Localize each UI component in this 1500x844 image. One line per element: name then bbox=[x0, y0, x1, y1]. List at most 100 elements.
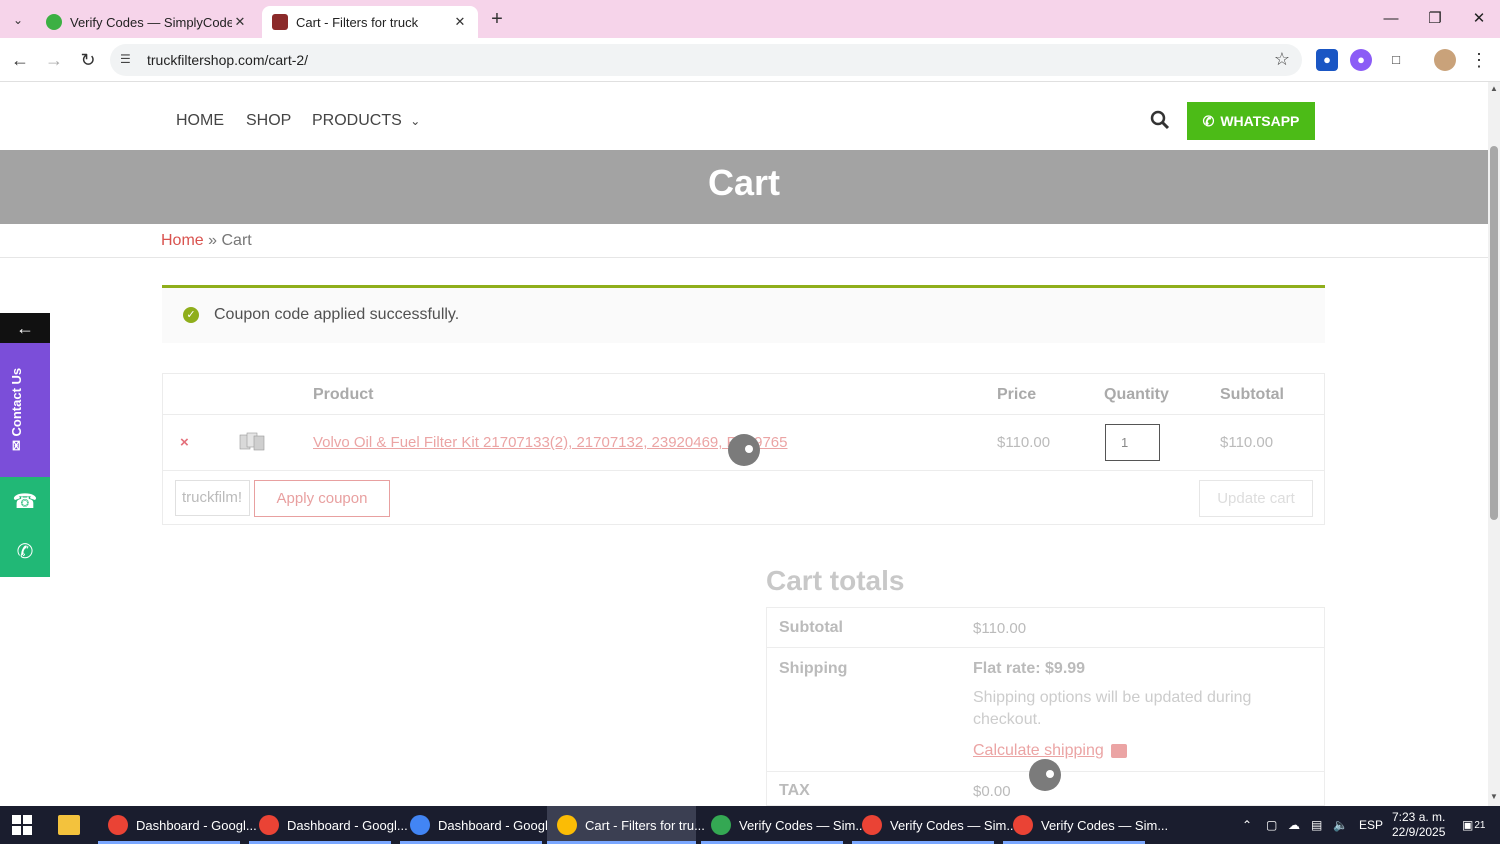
breadcrumb-current: Cart bbox=[221, 232, 252, 249]
collapse-sidebar-arrow-icon[interactable]: ← bbox=[0, 313, 50, 343]
url-text: truckfiltershop.com/cart-2/ bbox=[147, 52, 309, 68]
new-tab-icon[interactable]: + bbox=[486, 8, 508, 30]
coupon-code-input[interactable]: truckfilm! bbox=[175, 480, 250, 516]
chrome-icon bbox=[862, 815, 882, 835]
taskbar-item[interactable]: Verify Codes — Sim... bbox=[852, 806, 1017, 844]
tab-title: Cart - Filters for truck bbox=[296, 14, 419, 30]
header-subtotal: Subtotal bbox=[1220, 386, 1284, 403]
item-subtotal: $110.00 bbox=[1220, 434, 1274, 451]
extension-icon[interactable]: ● bbox=[1350, 49, 1372, 71]
cart-totals-title: Cart totals bbox=[766, 565, 905, 596]
site-info-icon[interactable]: ☰ bbox=[120, 52, 136, 68]
notification-center-icon[interactable]: ▣ 21 bbox=[1462, 806, 1485, 844]
subtotal-label: Subtotal bbox=[779, 619, 843, 636]
whatsapp-button-label: WHATSAPP bbox=[1220, 113, 1300, 129]
file-explorer-icon[interactable] bbox=[58, 815, 80, 835]
clock-date: 22/9/2025 bbox=[1392, 825, 1446, 839]
chrome-icon bbox=[557, 815, 577, 835]
tab-search-menu-icon[interactable]: ⌄ bbox=[6, 8, 30, 32]
taskbar-item[interactable]: Cart - Filters for tru... bbox=[547, 806, 705, 844]
taskbar-item-label: Dashboard - Googl... bbox=[287, 817, 408, 833]
loading-spinner-icon bbox=[728, 434, 760, 466]
contact-us-tab[interactable]: ✉ Contact Us bbox=[0, 343, 50, 477]
quantity-input[interactable]: 1 bbox=[1105, 424, 1160, 461]
chrome-icon bbox=[711, 815, 731, 835]
apply-coupon-button[interactable]: Apply coupon bbox=[254, 480, 390, 517]
whatsapp-button[interactable]: ✆ WHATSAPP bbox=[1187, 102, 1315, 140]
puzzle-extensions-icon[interactable]: □ bbox=[1385, 49, 1407, 71]
notice-message: Coupon code applied successfully. bbox=[214, 306, 460, 323]
site-header: HOME SHOP PRODUCTS ⌄ ✆ WHATSAPP bbox=[0, 90, 1488, 150]
forward-icon[interactable]: → bbox=[42, 48, 66, 72]
show-hidden-icons-icon[interactable]: ⌃ bbox=[1242, 806, 1252, 844]
shipping-note: Shipping options will be updated during … bbox=[973, 689, 1252, 728]
network-icon[interactable]: ▤ bbox=[1311, 806, 1322, 844]
clock-time: 7:23 a. m. bbox=[1392, 810, 1446, 824]
phone-icon[interactable]: ✆ bbox=[0, 527, 50, 577]
breadcrumb-home-link[interactable]: Home bbox=[161, 232, 204, 249]
scroll-down-arrow-icon[interactable]: ▼ bbox=[1489, 792, 1499, 801]
taskbar-item-label: Verify Codes — Sim... bbox=[1041, 817, 1169, 833]
tab-title: Verify Codes — SimplyCodes bbox=[70, 14, 232, 30]
remove-item-icon[interactable]: × bbox=[180, 434, 189, 451]
subtotal-value: $110.00 bbox=[973, 620, 1027, 637]
product-name-link[interactable]: Volvo Oil & Fuel Filter Kit 21707133(2),… bbox=[313, 434, 788, 451]
close-window-icon[interactable]: ✕ bbox=[1464, 8, 1494, 30]
product-thumbnail[interactable] bbox=[238, 430, 268, 454]
shield-extension-icon[interactable]: ● bbox=[1316, 49, 1338, 71]
update-cart-button[interactable]: Update cart bbox=[1199, 480, 1313, 517]
cloud-icon[interactable]: ☁ bbox=[1288, 806, 1300, 844]
check-circle-icon: ✓ bbox=[183, 307, 199, 323]
whatsapp-icon[interactable]: ☎ bbox=[0, 477, 50, 527]
nav-products-label: PRODUCTS bbox=[312, 112, 402, 129]
phone-icon: ✆ bbox=[1202, 112, 1215, 129]
taskbar-item[interactable]: Dashboard - Googl... bbox=[249, 806, 408, 844]
search-icon[interactable] bbox=[1150, 110, 1170, 130]
mail-icon: ✉ bbox=[9, 440, 24, 451]
taskbar-item[interactable]: Verify Codes — Sim... bbox=[701, 806, 866, 844]
reload-icon[interactable]: ↻ bbox=[76, 48, 100, 72]
taskbar-item-label: Dashboard - Googl... bbox=[438, 817, 559, 833]
minimize-icon[interactable]: — bbox=[1376, 8, 1406, 30]
header-quantity: Quantity bbox=[1104, 386, 1169, 403]
restore-icon[interactable]: ❐ bbox=[1420, 8, 1450, 30]
chrome-icon bbox=[108, 815, 128, 835]
tab-verify-codes[interactable]: Verify Codes — SimplyCodes ✕ bbox=[36, 6, 258, 38]
taskbar-item[interactable]: Verify Codes — Sim... bbox=[1003, 806, 1168, 844]
more-menu-icon[interactable]: ⋮ bbox=[1468, 49, 1490, 71]
scrollbar-thumb[interactable] bbox=[1490, 146, 1498, 520]
tax-value: $0.00 bbox=[973, 783, 1011, 800]
page-scrollbar[interactable]: ▲ ▼ bbox=[1488, 82, 1500, 806]
shipping-value: Flat rate: $9.99 bbox=[973, 660, 1086, 677]
truck-favicon-icon bbox=[272, 14, 288, 30]
tax-label: TAX bbox=[779, 782, 810, 799]
taskbar-item[interactable]: Dashboard - Googl... bbox=[98, 806, 257, 844]
totals-shipping-row: Shipping Flat rate: $9.99 Shipping optio… bbox=[767, 648, 1324, 772]
taskbar-item-label: Dashboard - Googl... bbox=[136, 817, 257, 833]
close-tab-icon[interactable]: ✕ bbox=[232, 14, 248, 30]
chevron-down-icon: ⌄ bbox=[410, 114, 421, 128]
nav-home[interactable]: HOME bbox=[176, 112, 224, 130]
message-icon: ▣ bbox=[1462, 818, 1474, 832]
volume-icon[interactable]: 🔈 bbox=[1333, 806, 1348, 844]
system-clock[interactable]: 7:23 a. m. 22/9/2025 bbox=[1392, 810, 1445, 840]
nav-shop[interactable]: SHOP bbox=[246, 112, 291, 130]
nav-products[interactable]: PRODUCTS ⌄ bbox=[312, 112, 420, 130]
scroll-up-arrow-icon[interactable]: ▲ bbox=[1489, 84, 1499, 93]
windows-taskbar: Dashboard - Googl... Dashboard - Googl..… bbox=[0, 806, 1500, 844]
tab-cart[interactable]: Cart - Filters for truck ✕ bbox=[262, 6, 478, 38]
taskbar-item[interactable]: Dashboard - Googl... bbox=[400, 806, 559, 844]
bookmark-star-icon[interactable]: ☆ bbox=[1274, 49, 1290, 70]
profile-avatar-icon[interactable] bbox=[1434, 49, 1456, 71]
language-indicator[interactable]: ESP bbox=[1359, 806, 1383, 844]
chrome-icon bbox=[259, 815, 279, 835]
address-bar[interactable]: ☰ truckfiltershop.com/cart-2/ ☆ bbox=[110, 44, 1302, 76]
back-icon[interactable]: ← bbox=[8, 48, 32, 72]
chrome-icon bbox=[1013, 815, 1033, 835]
browser-tab-bar: ⌄ Verify Codes — SimplyCodes ✕ Cart - Fi… bbox=[0, 0, 1500, 38]
page-title: Cart bbox=[707, 162, 781, 203]
calculate-shipping-link[interactable]: Calculate shipping bbox=[973, 742, 1104, 760]
device-icon[interactable]: ▢ bbox=[1266, 806, 1277, 844]
close-tab-icon[interactable]: ✕ bbox=[452, 14, 468, 30]
windows-start-icon[interactable] bbox=[12, 815, 32, 835]
